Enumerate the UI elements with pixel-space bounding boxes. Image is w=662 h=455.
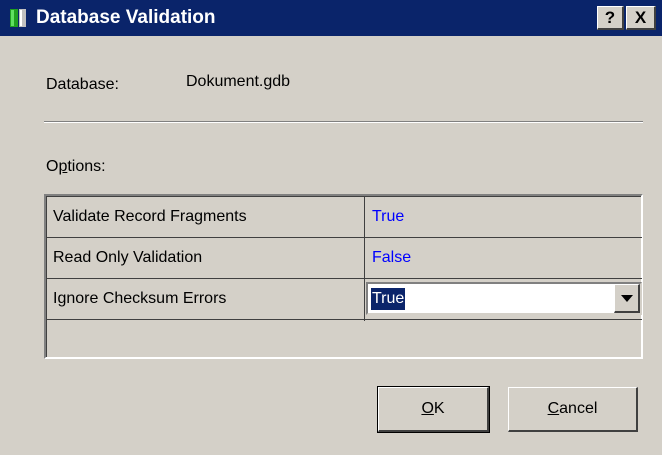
option-row-read-only-validation[interactable]: Read Only Validation False [47,238,642,279]
separator-line [44,121,643,123]
help-icon: ? [604,8,616,27]
window-title: Database Validation [36,7,216,28]
option-name: Read Only Validation [53,249,203,266]
database-validation-dialog: Database Validation ? X Database: Dokume… [0,0,662,455]
options-grid[interactable]: Validate Record Fragments True Read Only… [44,194,643,359]
title-bar[interactable]: Database Validation ? X [0,0,662,36]
options-label: Options: [46,158,106,175]
database-name: Dokument.gdb [186,73,291,90]
ok-button[interactable]: OK [377,386,490,433]
cancel-button[interactable]: Cancel [508,387,638,432]
close-button[interactable]: X [626,6,656,30]
database-app-icon [8,7,28,29]
close-icon: X [634,8,647,27]
chevron-down-icon [621,295,633,302]
database-label: Database: [46,76,119,93]
option-row-ignore-checksum-errors[interactable]: Ignore Checksum Errors True [47,279,642,320]
option-value[interactable]: True [372,197,404,237]
ignore-checksum-dropdown[interactable]: True [366,282,642,315]
option-value[interactable]: False [372,238,411,278]
option-row-validate-record-fragments[interactable]: Validate Record Fragments True [47,197,642,238]
option-name: Ignore Checksum Errors [53,290,227,307]
help-button[interactable]: ? [597,6,624,30]
dropdown-selected-value: True [369,287,407,311]
option-name: Validate Record Fragments [53,208,247,225]
dropdown-arrow-button[interactable] [614,284,640,313]
